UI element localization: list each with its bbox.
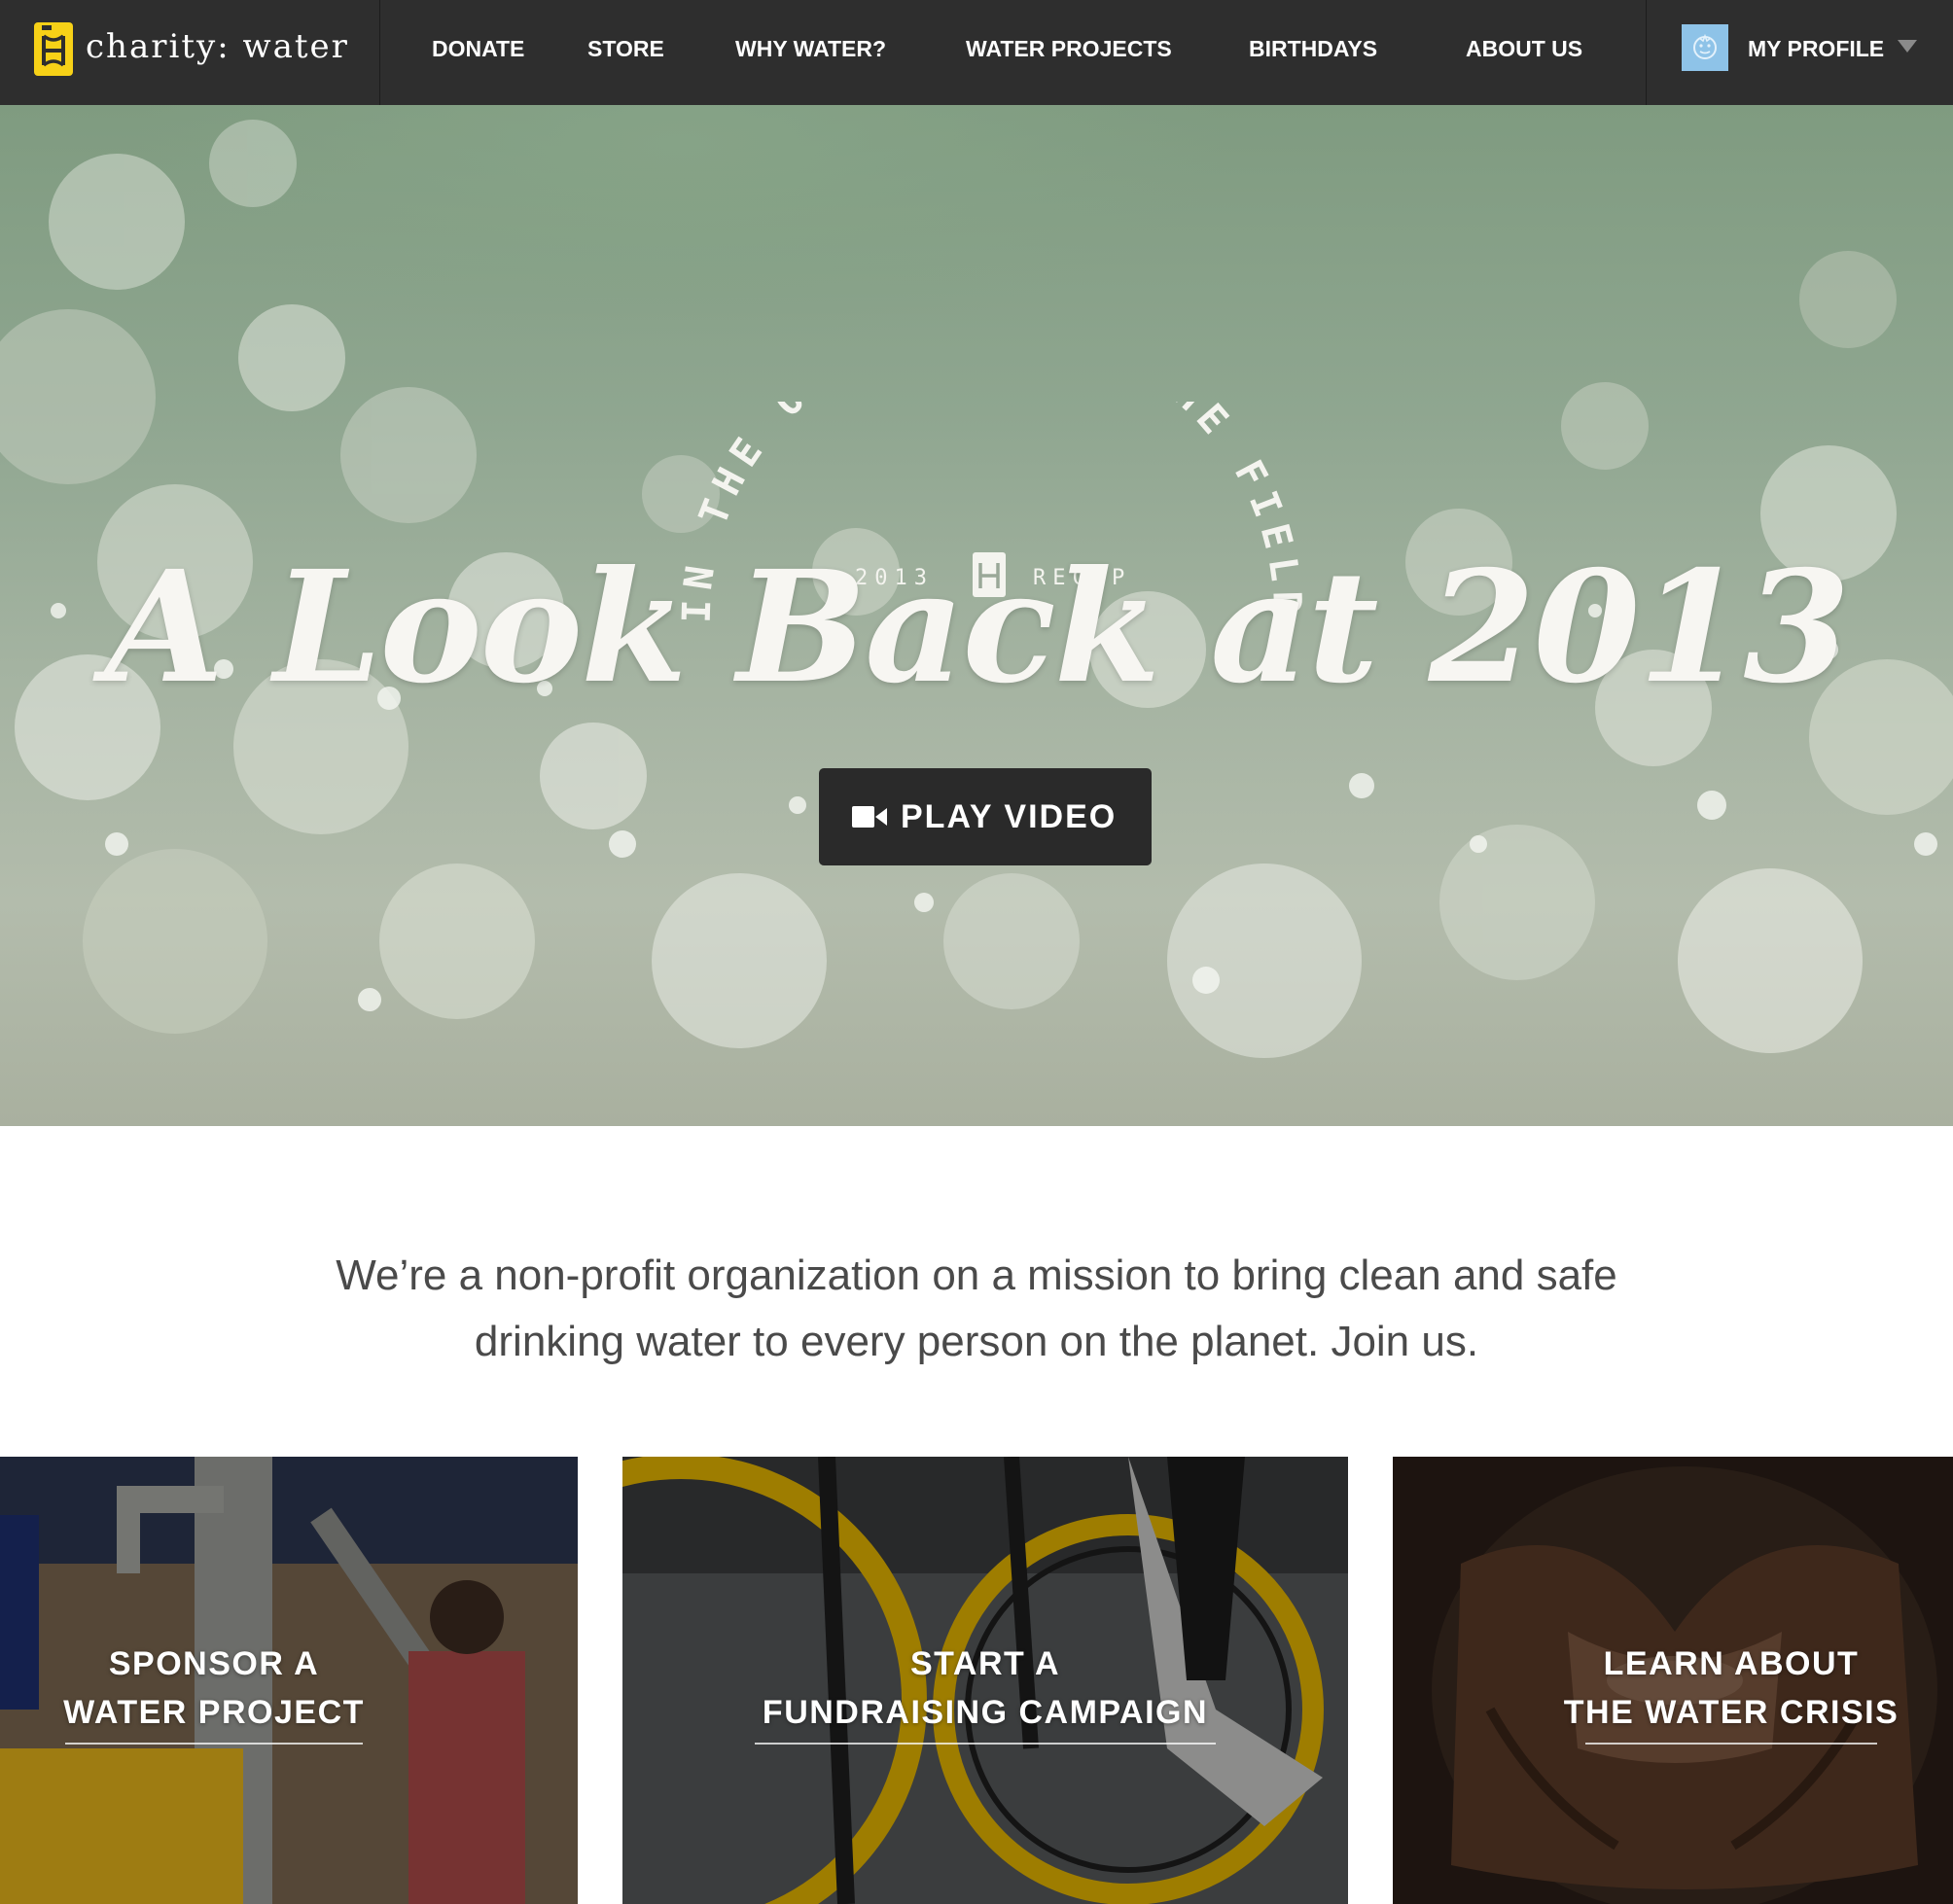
mission-line-1: We’re a non-profit organization on a mis… (336, 1252, 1617, 1299)
learn-water-crisis-card[interactable]: LEARN ABOUT THE WATER CRISIS (1393, 1457, 1953, 1904)
profile-label: MY PROFILE (1748, 36, 1885, 61)
my-profile-menu[interactable]: MY PROFILE (1646, 0, 1953, 105)
card-label-line-2: THE WATER CRISIS (1563, 1694, 1900, 1731)
brand-name: charity: water (86, 27, 349, 66)
play-video-label: PLAY VIDEO (901, 798, 1118, 835)
nav-store[interactable]: STORE (587, 0, 664, 105)
nav-why-water[interactable]: WHY WATER? (735, 0, 886, 105)
nav-water-projects[interactable]: WATER PROJECTS (966, 0, 1172, 105)
charity-water-logo[interactable]: charity: water (0, 0, 380, 105)
card-underline (65, 1743, 363, 1745)
card-label-line-2: WATER PROJECT (63, 1694, 365, 1731)
nav-birthdays[interactable]: BIRTHDAYS (1249, 0, 1377, 105)
start-fundraising-campaign-card[interactable]: START A FUNDRAISING CAMPAIGN (622, 1457, 1348, 1904)
card-label-line-2: FUNDRAISING CAMPAIGN (762, 1694, 1209, 1731)
nav-donate[interactable]: DONATE (432, 0, 524, 105)
card-underline (755, 1743, 1216, 1745)
video-camera-icon (852, 806, 887, 828)
card-label: SPONSOR A WATER PROJECT (0, 1640, 428, 1737)
card-label-line-1: LEARN ABOUT (1603, 1645, 1860, 1682)
card-label: LEARN ABOUT THE WATER CRISIS (1509, 1640, 1953, 1737)
hero-banner: IN THE OFFICE & IN THE FIELD 2013 RECAP … (0, 105, 1953, 1126)
nav-about-us[interactable]: ABOUT US (1466, 0, 1582, 105)
mission-statement: We’re a non-profit organization on a mis… (0, 1243, 1953, 1375)
chevron-down-icon[interactable] (1898, 40, 1917, 53)
hero-title: A Look Back at 2013 (104, 538, 1851, 718)
play-video-button[interactable]: PLAY VIDEO (819, 768, 1152, 865)
card-label-line-1: SPONSOR A (108, 1645, 320, 1682)
card-label: START A FUNDRAISING CAMPAIGN (622, 1640, 1348, 1737)
card-underline (1585, 1743, 1877, 1745)
jerry-can-icon (34, 22, 73, 76)
card-label-line-1: START A (909, 1645, 1061, 1682)
mission-line-2: drinking water to every person on the pl… (474, 1318, 1479, 1365)
sponsor-water-project-card[interactable]: SPONSOR A WATER PROJECT (0, 1457, 578, 1904)
top-nav: charity: water DONATE STORE WHY WATER? W… (0, 0, 1953, 105)
avatar (1682, 24, 1728, 71)
